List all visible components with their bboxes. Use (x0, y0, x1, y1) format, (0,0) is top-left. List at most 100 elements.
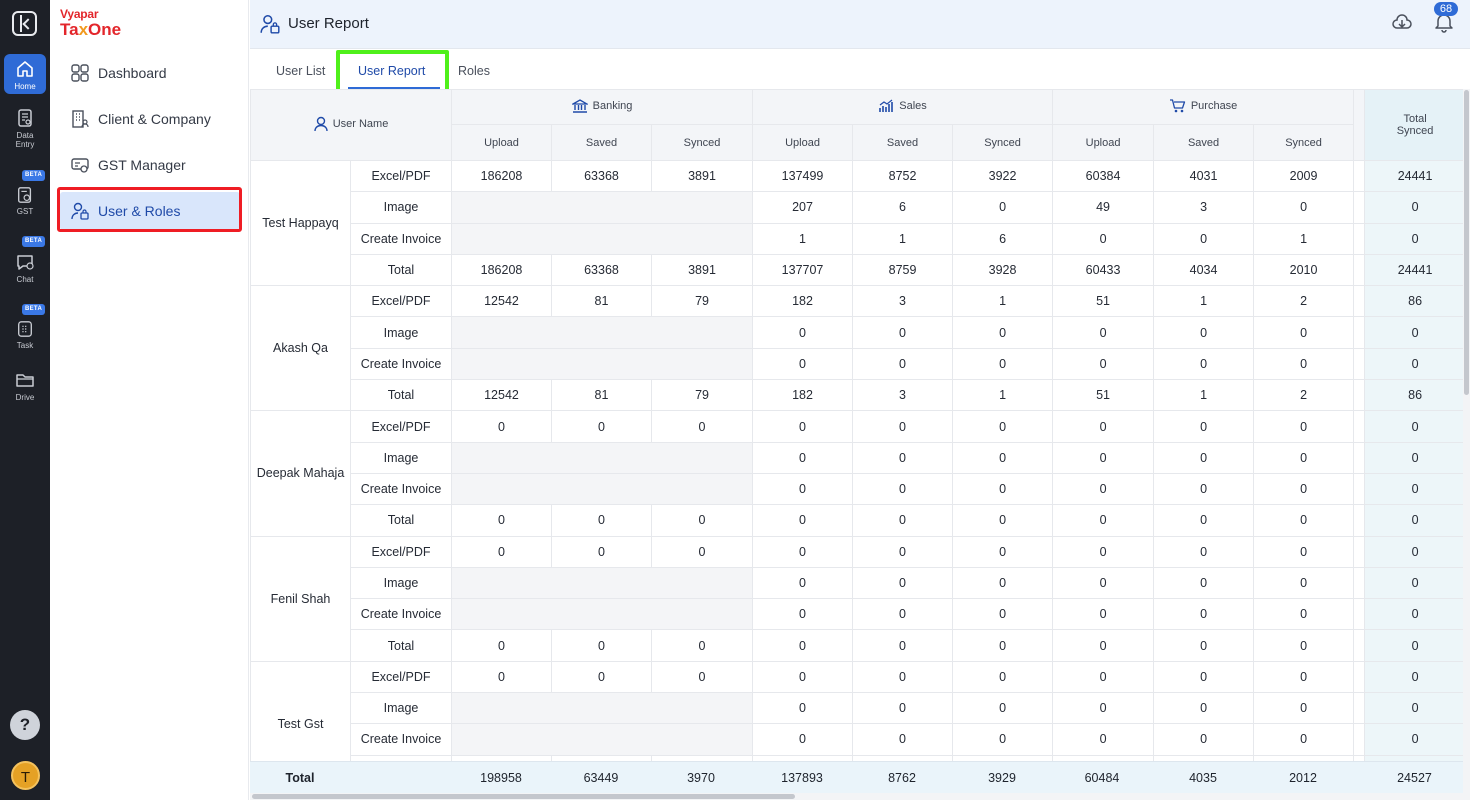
purchase-value-cell: 0 (1253, 347, 1355, 381)
footer-total-value: 3970 (687, 771, 715, 785)
total-synced-cell: 86 (1364, 285, 1463, 318)
banking-empty-cell (450, 222, 754, 255)
banking-value-cell: 0 (451, 660, 552, 694)
spacer-cell (1353, 191, 1366, 224)
purchase-value-cell: 0 (1153, 660, 1255, 694)
sidebar-item-gst-manager[interactable]: GST Manager (60, 146, 240, 184)
footer-total-value: 2012 (1289, 771, 1317, 785)
sales-value-cell: 1 (752, 222, 854, 255)
sidebar-item-label: Dashboard (98, 65, 167, 81)
table-row: Total 186208 63368 3891 137707 8759 3928 60433 4… (251, 253, 1463, 287)
avatar[interactable]: T (11, 761, 40, 790)
spacer-cell (1353, 692, 1366, 725)
sales-value-cell: 0 (852, 723, 954, 756)
sales-value-cell: 0 (752, 629, 854, 662)
logo-text-top: Vyapar (60, 7, 99, 21)
building-icon (72, 110, 89, 128)
sales-value-cell: 3 (852, 285, 954, 318)
table-row: Image 207 6 0 49 3 0 0 (251, 191, 1463, 224)
purchase-value-cell: 0 (1253, 598, 1355, 631)
purchase-value-cell: 0 (1153, 347, 1255, 381)
total-synced-cell: 0 (1364, 222, 1463, 255)
total-synced-cell: 24441 (1364, 159, 1463, 193)
user-name-cell: Akash Qa (250, 285, 351, 412)
purchase-value-cell: 4031 (1153, 159, 1255, 193)
total-synced-cell: 0 (1364, 504, 1463, 537)
sales-value-cell: 3922 (952, 159, 1054, 193)
banking-empty-cell (450, 347, 754, 381)
table-row: Total 12542 81 79 182 3 1 51 1 2 86 (251, 379, 1463, 412)
vertical-scrollbar-thumb[interactable] (1464, 90, 1469, 395)
rail-item-home[interactable]: Home (4, 54, 46, 94)
rail-item-label: Drive (15, 393, 35, 402)
sales-value-cell: 0 (752, 566, 854, 600)
rail-item-chat[interactable]: BETA Chat (4, 236, 46, 286)
rail-item-gst[interactable]: BETA GST (4, 170, 46, 220)
total-synced-header-line1: Total (1403, 113, 1427, 125)
help-icon[interactable]: ? (10, 710, 40, 740)
table-row: Akash Qa Excel/PDF 12542 81 79 182 3 1 51 1 2 86 (250, 285, 1463, 412)
purchase-value-cell: 0 (1153, 222, 1255, 255)
purchase-value-cell: 0 (1052, 316, 1155, 349)
rail-item-data-entry[interactable]: Data Entry (4, 108, 46, 152)
sales-value-cell: 0 (752, 692, 854, 725)
purchase-value-cell: 0 (1153, 410, 1255, 443)
rail-item-task[interactable]: BETA Task (4, 304, 46, 354)
row-type-cell: Total (350, 629, 452, 662)
footer-total-value: 63449 (583, 771, 619, 785)
total-synced-cell: 0 (1364, 598, 1463, 631)
purchase-value-cell: 3 (1153, 191, 1255, 224)
sales-value-cell: 3928 (952, 253, 1054, 287)
banking-value-cell: 0 (551, 504, 652, 537)
row-type-cell: Create Invoice (350, 222, 452, 255)
sales-value-cell: 0 (952, 504, 1054, 537)
logo-text-bottom: TaxOne (60, 20, 121, 40)
spacer-cell (1353, 723, 1366, 756)
table-row: Test Gst Excel/PDF 0 0 0 0 0 0 0 0 0 0 (250, 660, 1463, 762)
total-synced-cell: 0 (1364, 723, 1463, 756)
rail-item-label: Data Entry (15, 131, 35, 149)
purchase-value-cell: 0 (1052, 566, 1155, 600)
sales-value-cell: 0 (752, 316, 854, 349)
sales-value-cell: 1 (952, 285, 1054, 318)
sales-value-cell: 0 (952, 316, 1054, 349)
spacer-cell (1353, 441, 1366, 474)
table-row: Create Invoice 1 1 6 0 0 1 0 (251, 222, 1463, 255)
logo-part-a: Ta (60, 20, 79, 39)
rail-item-drive[interactable]: Drive (4, 370, 46, 404)
purchase-value-cell: 0 (1153, 723, 1255, 756)
sales-value-cell: 0 (852, 660, 954, 694)
sales-value-cell: 0 (752, 347, 854, 381)
horizontal-scrollbar-thumb[interactable] (252, 794, 795, 799)
sidebar-item-client-company[interactable]: Client & Company (60, 100, 240, 138)
purchase-value-cell: 0 (1253, 504, 1355, 537)
purchase-value-cell: 0 (1052, 441, 1155, 474)
banking-value-cell: 0 (650, 535, 754, 568)
rail-item-label: Task (16, 341, 34, 350)
app-logo[interactable]: Vyapar TaxOne (60, 7, 121, 40)
purchase-value-cell: 0 (1052, 410, 1155, 443)
footer-total-value: 198958 (480, 771, 522, 785)
user-name-cell: Test Gst (250, 660, 351, 762)
banking-empty-cell (450, 316, 754, 349)
tab-user-list[interactable]: User List (276, 64, 325, 78)
sales-value-cell: 0 (852, 598, 954, 631)
sales-value-cell: 0 (752, 472, 854, 506)
purchase-value-cell: 0 (1052, 723, 1155, 756)
sales-value-cell: 0 (952, 191, 1054, 224)
purchase-value-cell: 0 (1052, 472, 1155, 506)
user-name-cell: Deepak Mahaja (250, 410, 351, 537)
sidebar-item-dashboard[interactable]: Dashboard (60, 54, 240, 92)
download-icon[interactable] (1391, 12, 1413, 34)
table-row: Create Invoice 0 0 0 0 0 0 0 (251, 472, 1463, 506)
sales-value-cell: 182 (752, 285, 854, 318)
table-row: Deepak Mahaja Excel/PDF 0 0 0 0 0 0 0 0 0 0 (250, 410, 1463, 537)
row-type-cell: Excel/PDF (350, 410, 452, 443)
row-type-cell: Create Invoice (350, 598, 452, 631)
collapse-sidebar-icon[interactable] (12, 11, 37, 36)
logo-part-x: x (78, 20, 89, 39)
user-icon (313, 116, 328, 131)
page-header: User Report 68 (250, 0, 1470, 49)
tab-roles[interactable]: Roles (458, 64, 490, 78)
sidebar-item-label: GST Manager (98, 157, 186, 173)
